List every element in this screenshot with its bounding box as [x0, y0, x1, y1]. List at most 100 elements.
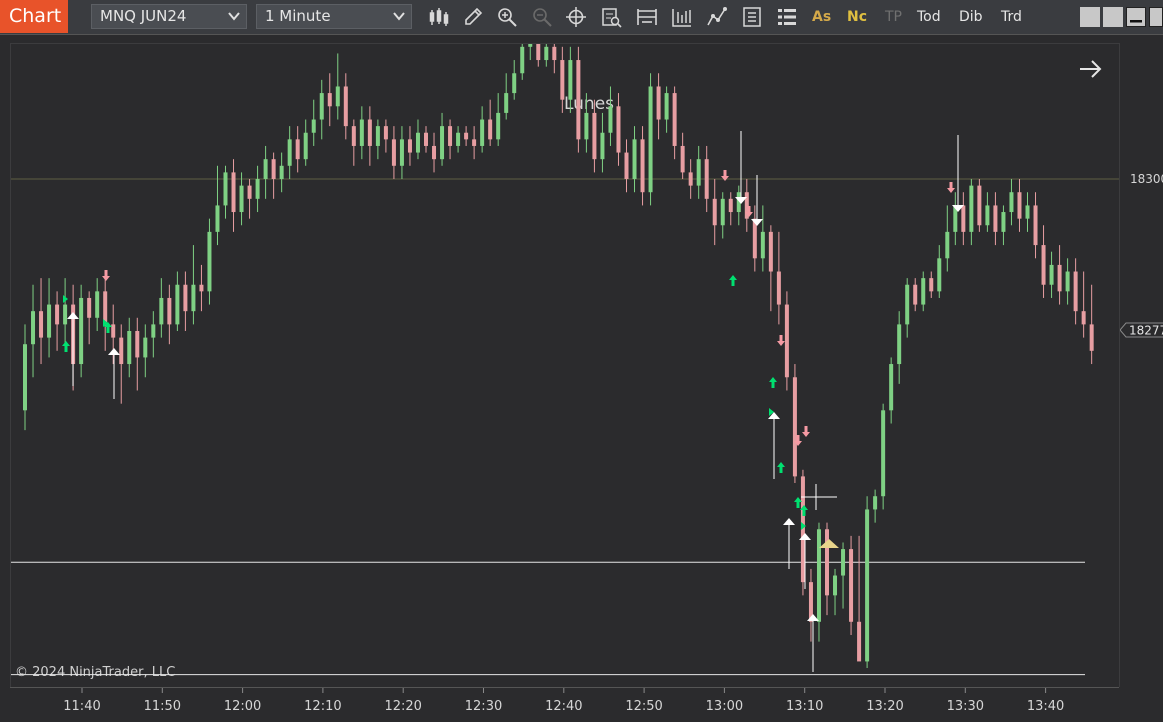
tool-tod-button[interactable]: Tod [917, 9, 941, 25]
candle [624, 139, 629, 193]
candle [143, 324, 148, 378]
candle [768, 225, 773, 312]
candle-body [480, 119, 485, 146]
candle [359, 106, 364, 160]
candle [1001, 205, 1006, 246]
candle-body [512, 73, 517, 94]
candle [255, 165, 260, 213]
time-label: 12:10 [304, 699, 341, 714]
pink-down-arrow-icon [102, 270, 110, 281]
tool-trd-button[interactable]: Trd [1001, 9, 1022, 25]
price-chart[interactable]: Lunes © 2024 NinjaTrader, LLC [11, 27, 1120, 688]
bar-type-icon[interactable] [428, 6, 450, 28]
zoom-out-icon[interactable] [531, 6, 553, 28]
candle [119, 324, 124, 404]
candle [929, 271, 934, 298]
candle [825, 522, 829, 616]
data-box-icon[interactable] [600, 6, 622, 28]
buy-signal-arrow-icon [108, 348, 120, 399]
candle-body [865, 509, 870, 662]
price-axis[interactable]: 18300 18277 [1119, 43, 1163, 687]
candle-body [1001, 212, 1006, 232]
candle [985, 192, 990, 232]
candle-body [1009, 192, 1014, 213]
candle [135, 317, 140, 391]
candle-body [969, 185, 974, 232]
candle [191, 245, 196, 325]
minimize-button[interactable] [1126, 7, 1146, 27]
tool-dib-button[interactable]: Dib [959, 9, 983, 25]
candle-body [536, 33, 541, 61]
tool-nc-button[interactable]: Nc [847, 9, 867, 25]
candle-body [1025, 205, 1030, 219]
candle-body [335, 86, 340, 107]
candle [680, 132, 685, 179]
candle-body [664, 93, 669, 120]
time-label: 12:20 [384, 699, 421, 714]
candle [343, 73, 348, 140]
window-tile-button[interactable] [1080, 7, 1100, 27]
candle [111, 304, 116, 365]
chevron-down-icon [393, 5, 405, 36]
candle-body [231, 172, 236, 213]
candle-body [255, 179, 260, 199]
candle-body [239, 185, 244, 213]
candle-body [913, 284, 918, 305]
price-levels-icon[interactable] [636, 6, 658, 28]
candle [672, 86, 677, 160]
candle [207, 218, 212, 305]
candle [752, 205, 757, 272]
buy-signal-arrow-icon [67, 312, 79, 386]
sell-signal-arrow-icon [952, 135, 964, 212]
candle-body [784, 304, 789, 378]
candle-body [816, 529, 821, 622]
current-price-badge: 18277 [1119, 322, 1163, 338]
chart-toolbar: Chart MNQ JUN24 1 Minute As Nc TP Tod Di… [0, 0, 1163, 35]
price-label-reference: 18300 [1130, 172, 1163, 186]
chart-panel[interactable]: Lunes © 2024 NinjaTrader, LLC [10, 27, 1120, 688]
time-label: 13:10 [786, 699, 823, 714]
crosshair-icon[interactable] [565, 6, 587, 28]
properties-icon[interactable] [741, 6, 763, 28]
candle [415, 119, 420, 160]
instrument-selector[interactable]: MNQ JUN24 [91, 4, 247, 29]
list-icon[interactable] [776, 6, 798, 28]
candle [448, 119, 453, 160]
candle-body [905, 284, 910, 325]
candle-body [432, 145, 437, 160]
time-axis[interactable]: 11:40 11:50 12:00 12:10 12:20 12:30 12:40 12:50… [10, 687, 1119, 718]
window-cascade-button[interactable] [1103, 7, 1123, 27]
buy-signal-arrow-icon [783, 518, 795, 569]
zoom-in-icon[interactable] [496, 6, 518, 28]
interval-label: 1 Minute [265, 7, 331, 25]
candle [640, 126, 645, 206]
indicator-icon[interactable] [671, 6, 693, 28]
candle-body [47, 304, 52, 338]
candle-body [215, 205, 220, 232]
tool-as-button[interactable]: As [812, 9, 831, 25]
candle [407, 126, 412, 166]
time-label: 12:30 [465, 699, 502, 714]
maximize-button[interactable] [1149, 7, 1163, 27]
candle [335, 53, 340, 120]
candle-body [833, 575, 838, 596]
candle [247, 179, 252, 219]
interval-selector[interactable]: 1 Minute [256, 4, 412, 29]
candle [159, 278, 164, 338]
candle-body [624, 152, 629, 179]
candle-body [528, 33, 533, 47]
pencil-icon[interactable] [462, 6, 484, 28]
chart-tab[interactable]: Chart [0, 0, 68, 33]
candle-body [1017, 192, 1022, 219]
candle [656, 73, 661, 140]
candle-body [937, 258, 942, 292]
tool-tp-button[interactable]: TP [885, 9, 902, 25]
candle-body [712, 198, 717, 226]
candle [576, 46, 581, 153]
time-label: 11:40 [63, 699, 100, 714]
candle-body [183, 284, 188, 312]
candle [327, 73, 332, 127]
candle [841, 542, 846, 609]
strategy-icon[interactable] [706, 6, 728, 28]
expand-arrow-icon[interactable] [1080, 60, 1102, 78]
